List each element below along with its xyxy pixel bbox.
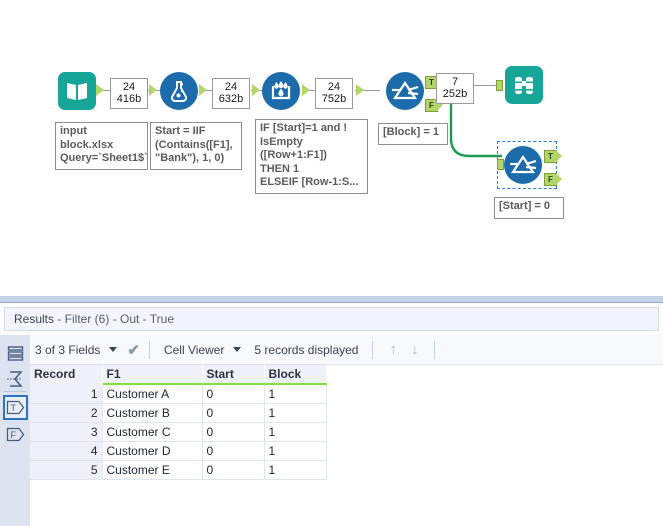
workflow-canvas[interactable]: 24 416b input block.xlsx Query=`Sheet1$`… xyxy=(0,0,663,295)
column-header-block[interactable]: Block xyxy=(264,365,326,384)
cell-f1[interactable]: Customer E xyxy=(102,460,202,479)
output-anchor[interactable] xyxy=(96,84,104,96)
prism-icon xyxy=(386,72,424,110)
results-title-rest: - Filter (6) - Out - True xyxy=(54,312,174,326)
node-browse[interactable] xyxy=(505,66,543,104)
output-anchor[interactable] xyxy=(199,84,207,96)
prism-icon xyxy=(504,146,542,184)
annotation-input-data: input block.xlsx Query=`Sheet1$` xyxy=(55,122,148,170)
rows-icon[interactable] xyxy=(5,343,26,364)
cell-start[interactable]: 0 xyxy=(202,384,264,403)
table-row[interactable]: 5 Customer E 0 1 xyxy=(30,460,326,479)
false-anchor-icon[interactable]: F xyxy=(5,424,26,445)
annotation-filter-start: [Start] = 0 xyxy=(494,197,564,219)
input-anchor[interactable] xyxy=(356,84,364,96)
arrow-down-icon[interactable]: ↓ xyxy=(411,341,419,358)
cell-start[interactable]: 0 xyxy=(202,403,264,422)
true-anchor-icon[interactable]: T xyxy=(3,395,28,420)
record-count-box: 7 252b xyxy=(436,73,474,104)
data-table: Record F1 Start Block 1 Customer A 0 1 2… xyxy=(30,365,327,480)
filter-false-anchor[interactable]: F xyxy=(544,173,557,186)
toolbar-divider xyxy=(434,341,435,359)
svg-text:T: T xyxy=(10,403,16,413)
cell-block[interactable]: 1 xyxy=(264,384,326,403)
panel-splitter[interactable] xyxy=(0,295,663,303)
arrow-up-icon[interactable]: ↑ xyxy=(389,341,397,358)
cell-record: 2 xyxy=(30,403,102,422)
record-count-box: 24 416b xyxy=(110,78,148,109)
records-displayed-label: 5 records displayed xyxy=(249,343,363,357)
column-header-start[interactable]: Start xyxy=(202,365,264,384)
cell-block[interactable]: 1 xyxy=(264,460,326,479)
svg-text:F: F xyxy=(10,430,16,440)
record-count-box: 24 632b xyxy=(212,78,250,109)
cell-viewer-label[interactable]: Cell Viewer xyxy=(159,343,229,357)
rail-divider xyxy=(4,391,26,392)
results-toolbar: 3 of 3 Fields ✔ Cell Viewer 5 records di… xyxy=(30,335,663,365)
results-side-rail: T F xyxy=(0,335,30,526)
node-formula[interactable] xyxy=(160,72,198,110)
cell-f1[interactable]: Customer D xyxy=(102,441,202,460)
toolbar-divider xyxy=(149,341,150,359)
cell-record: 4 xyxy=(30,441,102,460)
cell-f1[interactable]: Customer B xyxy=(102,403,202,422)
table-row[interactable]: 2 Customer B 0 1 xyxy=(30,403,326,422)
chevron-down-icon[interactable] xyxy=(233,347,241,352)
input-anchor[interactable] xyxy=(496,80,503,91)
cell-record: 5 xyxy=(30,460,102,479)
check-icon[interactable]: ✔ xyxy=(127,341,140,359)
annotation-filter-block: [Block] = 1 xyxy=(378,123,448,145)
flask-icon xyxy=(160,72,198,110)
table-header-row: Record F1 Start Block xyxy=(30,365,326,384)
cell-start[interactable]: 0 xyxy=(202,441,264,460)
record-count-box: 24 752b xyxy=(315,78,353,109)
node-filter-start[interactable] xyxy=(504,146,542,184)
cell-block[interactable]: 1 xyxy=(264,403,326,422)
input-anchor[interactable] xyxy=(497,159,504,170)
cell-block[interactable]: 1 xyxy=(264,422,326,441)
sigma-icon[interactable] xyxy=(5,368,26,389)
cell-f1[interactable]: Customer A xyxy=(102,384,202,403)
results-title-prefix: Results xyxy=(14,312,54,326)
table-row[interactable]: 3 Customer C 0 1 xyxy=(30,422,326,441)
output-anchor[interactable] xyxy=(302,84,310,96)
droplets-icon xyxy=(262,72,300,110)
cell-start[interactable]: 0 xyxy=(202,422,264,441)
filter-true-anchor[interactable]: T xyxy=(544,150,557,163)
column-header-f1[interactable]: F1 xyxy=(102,365,202,384)
node-filter-block[interactable] xyxy=(386,72,424,110)
chevron-down-icon[interactable] xyxy=(109,347,117,352)
cell-block[interactable]: 1 xyxy=(264,441,326,460)
table-row[interactable]: 1 Customer A 0 1 xyxy=(30,384,326,403)
results-title-bar: Results - Filter (6) - Out - True xyxy=(4,307,659,331)
table-row[interactable]: 4 Customer D 0 1 xyxy=(30,441,326,460)
input-anchor[interactable] xyxy=(149,84,157,96)
binoculars-icon xyxy=(505,66,543,104)
input-anchor[interactable] xyxy=(252,84,260,96)
cell-record: 1 xyxy=(30,384,102,403)
annotation-multi-row-formula: IF [Start]=1 and ! IsEmpty ([Row+1:F1]) … xyxy=(255,119,368,194)
cell-record: 3 xyxy=(30,422,102,441)
annotation-formula: Start = IIF (Contains([F1], "Bank"), 1, … xyxy=(150,122,242,170)
fields-selector-label[interactable]: 3 of 3 Fields xyxy=(30,343,105,357)
results-grid[interactable]: Record F1 Start Block 1 Customer A 0 1 2… xyxy=(30,365,663,526)
column-header-record[interactable]: Record xyxy=(30,365,102,384)
toolbar-divider xyxy=(372,341,373,359)
node-input-data[interactable] xyxy=(58,72,96,110)
cell-start[interactable]: 0 xyxy=(202,460,264,479)
cell-f1[interactable]: Customer C xyxy=(102,422,202,441)
results-panel: Results - Filter (6) - Out - True T xyxy=(0,303,663,523)
node-multi-row-formula[interactable] xyxy=(262,72,300,110)
book-icon xyxy=(58,72,96,110)
